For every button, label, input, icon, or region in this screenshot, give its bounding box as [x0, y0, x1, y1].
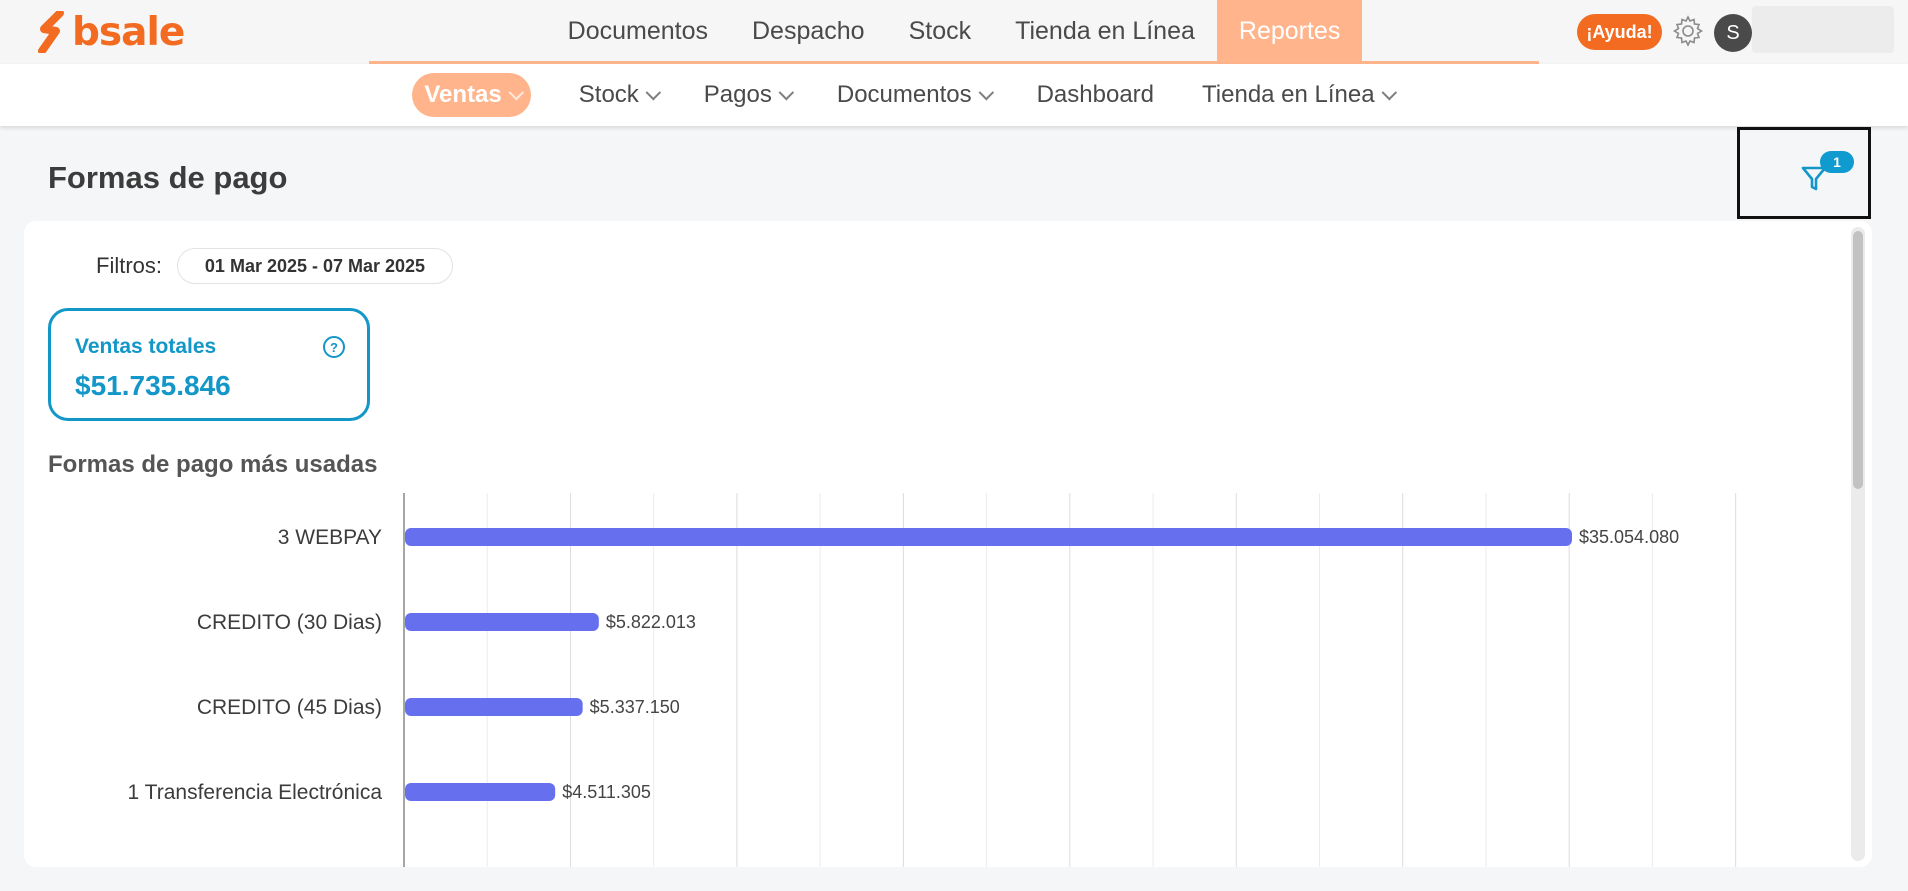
bar-chart-svg: 3 WEBPAY $35.054.080 CREDITO (30 Dias) $5.8… — [128, 493, 1737, 867]
subnav-dashboard[interactable]: Dashboard — [1037, 73, 1154, 117]
sub-nav-bar: Ventas Stock Pagos Documentos Dashboard … — [0, 64, 1908, 126]
chevron-down-icon — [645, 84, 661, 100]
data-label: $4.511.305 — [562, 782, 651, 802]
nav-tienda-en-linea[interactable]: Tienda en Línea — [993, 0, 1217, 63]
subnav-tienda-en-linea[interactable]: Tienda en Línea — [1202, 73, 1397, 117]
main-nav: Documentos Despacho Stock Tienda en Líne… — [369, 0, 1539, 63]
date-range-chip[interactable]: 01 Mar 2025 - 07 Mar 2025 — [177, 248, 453, 284]
chevron-down-icon — [1381, 84, 1397, 100]
report-card: Filtros: 01 Mar 2025 - 07 Mar 2025 Venta… — [24, 221, 1872, 867]
chevron-down-icon — [778, 84, 794, 100]
kpi-label: Ventas totales — [75, 335, 217, 358]
avatar[interactable]: S — [1714, 14, 1752, 52]
section-title: Formas de pago más usadas — [48, 451, 378, 478]
subnav-pagos[interactable]: Pagos — [703, 73, 794, 117]
reports-sub-nav: Ventas Stock Pagos Documentos Dashboard … — [0, 64, 1908, 126]
nav-despacho[interactable]: Despacho — [730, 0, 887, 63]
bar[interactable] — [405, 698, 583, 716]
nav-documentos[interactable]: Documentos — [546, 0, 730, 63]
category-label: CREDITO (45 Dias) — [197, 696, 382, 719]
category-label: CREDITO (30 Dias) — [197, 611, 382, 634]
filter-button[interactable]: 1 — [1737, 127, 1871, 219]
subnav-pagos-label: Pagos — [703, 81, 772, 108]
help-button[interactable]: ¡Ayuda! — [1577, 14, 1662, 50]
bsale-logo[interactable]: bsale — [38, 8, 185, 56]
subnav-tienda-label: Tienda en Línea — [1202, 81, 1375, 108]
bsale-logo-icon — [38, 11, 64, 53]
chevron-down-icon — [508, 84, 524, 100]
help-icon[interactable]: ? — [323, 336, 345, 358]
data-label: $5.822.013 — [606, 612, 696, 632]
bar[interactable] — [405, 783, 556, 801]
data-label: $5.337.150 — [590, 697, 680, 717]
kpi-total-sales: Ventas totales ? $51.735.846 — [48, 308, 370, 421]
subnav-stock-label: Stock — [578, 81, 639, 108]
subnav-dashboard-label: Dashboard — [1036, 81, 1155, 108]
subnav-ventas[interactable]: Ventas — [412, 73, 531, 117]
scrollbar-thumb[interactable] — [1853, 231, 1863, 489]
category-label: 3 WEBPAY — [278, 526, 382, 549]
bar[interactable] — [405, 528, 1572, 546]
payment-methods-chart: 3 WEBPAY $35.054.080 CREDITO (30 Dias) $5.8… — [24, 493, 1844, 867]
subnav-ventas-label: Ventas — [424, 81, 502, 108]
kpi-value: $51.735.846 — [75, 370, 231, 401]
chevron-down-icon — [978, 84, 994, 100]
filter-count-badge: 1 — [1820, 151, 1854, 173]
subnav-documentos[interactable]: Documentos — [836, 73, 994, 117]
data-label: $35.054.080 — [1579, 527, 1679, 547]
subnav-stock[interactable]: Stock — [578, 73, 661, 117]
filters-label: Filtros: — [96, 253, 162, 278]
nav-stock[interactable]: Stock — [887, 0, 994, 63]
subnav-documentos-label: Documentos — [836, 81, 972, 108]
category-label: 1 Transferencia Electrónica — [128, 781, 383, 804]
bar[interactable] — [405, 613, 599, 631]
nav-reportes[interactable]: Reportes — [1216, 0, 1363, 63]
page-title: Formas de pago — [48, 160, 288, 195]
gear-icon[interactable] — [1671, 14, 1705, 48]
user-menu[interactable] — [1752, 6, 1894, 53]
logo-wordmark: bsale — [72, 9, 185, 55]
top-bar: bsale Documentos Despacho Stock Tienda e… — [0, 0, 1908, 64]
